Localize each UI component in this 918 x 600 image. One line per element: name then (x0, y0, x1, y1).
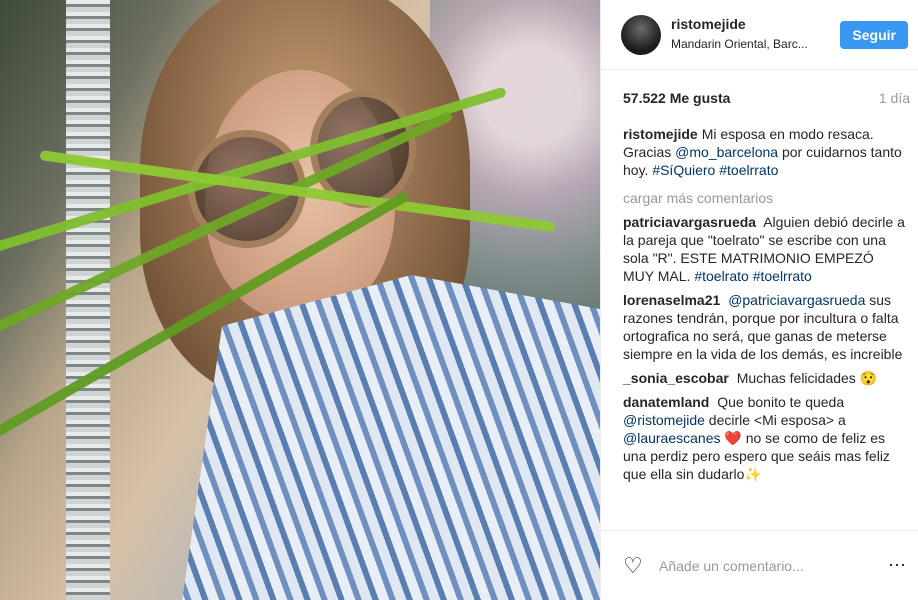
comment-username[interactable]: patriciavargasrueda (623, 214, 756, 230)
comment-username[interactable]: _sonia_escobar (623, 370, 729, 386)
post-meta: 57.522 Me gusta 1 día (601, 70, 918, 125)
comment-item: danatemland Que bonito te queda @ristome… (623, 393, 908, 483)
likes-count[interactable]: 57.522 Me gusta (623, 90, 730, 106)
woven-pole (66, 0, 110, 600)
heart-icon[interactable]: ♡ (623, 553, 647, 578)
header-username[interactable]: ristomejide (671, 16, 840, 33)
load-more-comments[interactable]: cargar más comentarios (623, 189, 908, 207)
striped-shirt (180, 275, 600, 600)
comment-item: _sonia_escobar Muchas felicidades 😯 (623, 369, 908, 387)
post-viewer: ristomejide Mandarin Oriental, Barc... S… (0, 0, 918, 600)
comment-mention[interactable]: @patriciavargasrueda (728, 292, 865, 308)
follow-button[interactable]: Seguir (840, 20, 908, 49)
comment-username[interactable]: danatemland (623, 394, 709, 410)
comment-text-2: decirle <Mi esposa> a (708, 412, 846, 428)
comments-list: ristomejide Mi esposa en modo resaca. Gra… (601, 125, 918, 483)
post-photo[interactable] (0, 0, 600, 600)
comment-text: Muchas felicidades 😯 (736, 370, 878, 386)
comment-mention-2[interactable]: @lauraescanes (623, 430, 721, 446)
add-comment-input[interactable]: Añade un comentario... (659, 558, 888, 574)
comment-item: lorenaselma21 @patriciavargasrueda sus r… (623, 291, 908, 363)
avatar[interactable] (621, 14, 661, 55)
comment-username[interactable]: lorenaselma21 (623, 292, 720, 308)
caption-hashtags[interactable]: #SíQuiero #toelrrato (652, 162, 778, 178)
comment-text-1: Que bonito te queda (717, 394, 845, 410)
comment-mention-1[interactable]: @ristomejide (623, 412, 705, 428)
caption-mention[interactable]: @mo_barcelona (675, 144, 778, 160)
comment-item: patriciavargasrueda Alguien debió decirl… (623, 213, 908, 285)
comment-hashtags[interactable]: #toelrato #toelrrato (694, 268, 812, 284)
more-options-icon[interactable]: ⋯ (888, 555, 907, 576)
caption-username[interactable]: ristomejide (623, 126, 698, 142)
post-header: ristomejide Mandarin Oriental, Barc... S… (601, 0, 918, 70)
post-sidebar: ristomejide Mandarin Oriental, Barc... S… (600, 0, 918, 600)
caption: ristomejide Mi esposa en modo resaca. Gra… (623, 125, 908, 179)
comment-bar: ♡ Añade un comentario... ⋯ (601, 530, 918, 600)
header-location[interactable]: Mandarin Oriental, Barc... (671, 36, 836, 53)
header-user-info: ristomejide Mandarin Oriental, Barc... (671, 16, 840, 53)
post-time[interactable]: 1 día (879, 90, 910, 106)
